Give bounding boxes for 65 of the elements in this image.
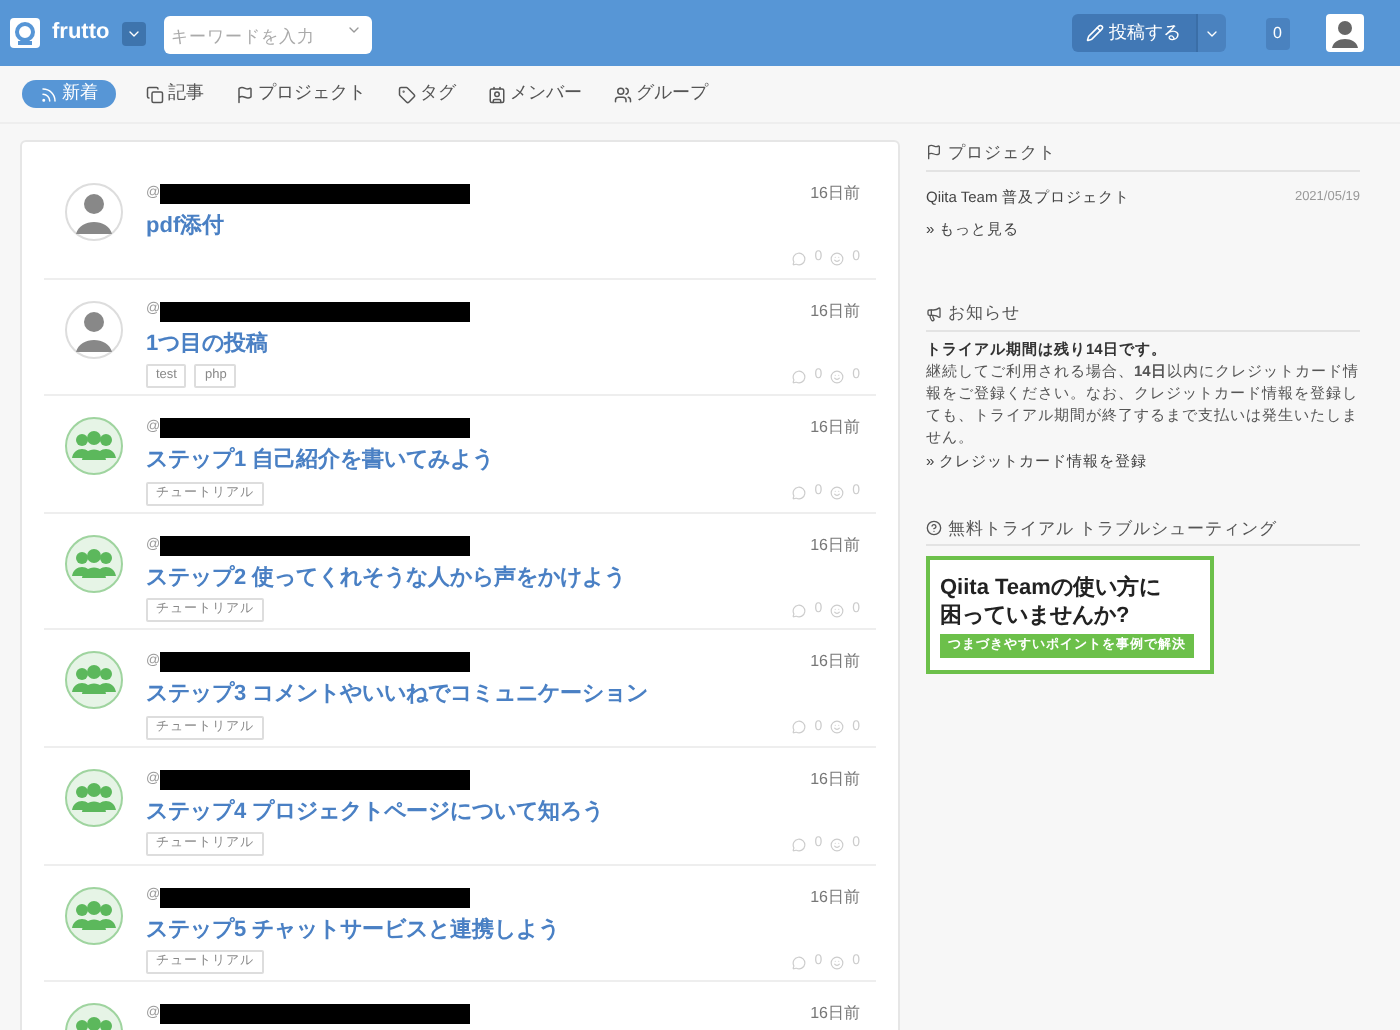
nav-tab[interactable]: プロジェクト — [234, 80, 368, 108]
post-time: 16日前 — [810, 416, 860, 441]
comment-icon — [792, 603, 807, 618]
post-title[interactable]: ステップ2 使ってくれそうな人から声をかけよう — [146, 561, 860, 595]
post-title[interactable]: ステップ1 自己紹介を書いてみよう — [146, 444, 860, 478]
tab-icon — [236, 85, 254, 103]
nav-tab[interactable]: メンバー — [486, 80, 584, 108]
avatar-icon — [64, 299, 124, 360]
tab-icon — [614, 85, 632, 103]
section-heading: お知らせ — [948, 300, 1020, 326]
post-title[interactable]: pdf添付 — [146, 210, 860, 243]
group-avatar-icon — [64, 533, 124, 594]
smile-icon — [830, 603, 845, 618]
banner-headline: Qiita Teamの使い方に — [940, 573, 1163, 602]
group-avatar-icon — [64, 767, 124, 828]
nav-tab[interactable]: 新着 — [22, 80, 116, 108]
post-time: 16日前 — [810, 533, 860, 558]
section-heading: 無料トライアル トラブルシューティング — [948, 515, 1277, 541]
smile-icon — [830, 720, 845, 735]
smile-icon — [830, 486, 845, 501]
smile-icon — [830, 252, 845, 266]
user-avatar-icon[interactable] — [1326, 14, 1364, 52]
comment-icon — [792, 486, 807, 501]
comment-icon — [792, 955, 807, 970]
post-time: 16日前 — [810, 767, 860, 792]
team-name[interactable]: frutto — [52, 16, 110, 50]
section-heading: プロジェクト — [948, 140, 1056, 166]
group-avatar-icon — [64, 416, 124, 477]
comment-icon — [792, 837, 807, 852]
avatar-icon — [64, 182, 124, 242]
search-field[interactable]: キーワードを入力 — [163, 16, 372, 54]
tab-icon — [40, 85, 58, 103]
nav-tab[interactable]: 記事 — [144, 80, 206, 108]
flag-icon — [926, 144, 942, 161]
group-avatar-icon — [64, 650, 124, 711]
post-time: 16日前 — [810, 182, 860, 206]
group-avatar-icon — [64, 885, 124, 946]
post-time: 16日前 — [810, 1002, 860, 1027]
tab-icon — [146, 85, 164, 103]
post-title[interactable]: ステップ3 コメントやいいねでコミュニケーション — [146, 678, 860, 712]
post-time: 16日前 — [810, 885, 860, 910]
nav-tab[interactable]: グループ — [612, 80, 710, 108]
banner-headline: 困っていませんか? — [940, 601, 1132, 630]
help-icon — [926, 519, 942, 536]
post-title[interactable]: 1つ目の投稿 — [146, 327, 860, 361]
comment-icon — [792, 252, 807, 266]
post-time: 16日前 — [810, 299, 860, 324]
post-time: 16日前 — [810, 650, 860, 675]
logo-icon[interactable] — [10, 18, 40, 48]
team-menu-button[interactable] — [121, 21, 146, 45]
smile-icon — [830, 369, 845, 384]
megaphone-icon — [926, 305, 942, 322]
tab-icon — [488, 85, 506, 103]
comment-icon — [792, 720, 807, 735]
smile-icon — [830, 955, 845, 970]
post-title[interactable]: ステップ4 プロジェクトページについて知ろう — [146, 795, 860, 829]
nav-tab[interactable]: タグ — [396, 80, 458, 108]
post-button[interactable]: 投稿する — [1071, 14, 1196, 52]
edit-icon — [1085, 24, 1104, 42]
tab-icon — [398, 85, 416, 103]
notification-count[interactable]: 0 — [1265, 17, 1290, 49]
post-title[interactable]: ステップ5 チャットサービスと連携しよう — [146, 913, 860, 947]
post-menu-button[interactable] — [1195, 14, 1226, 52]
smile-icon — [830, 837, 845, 852]
comment-icon — [792, 369, 807, 384]
